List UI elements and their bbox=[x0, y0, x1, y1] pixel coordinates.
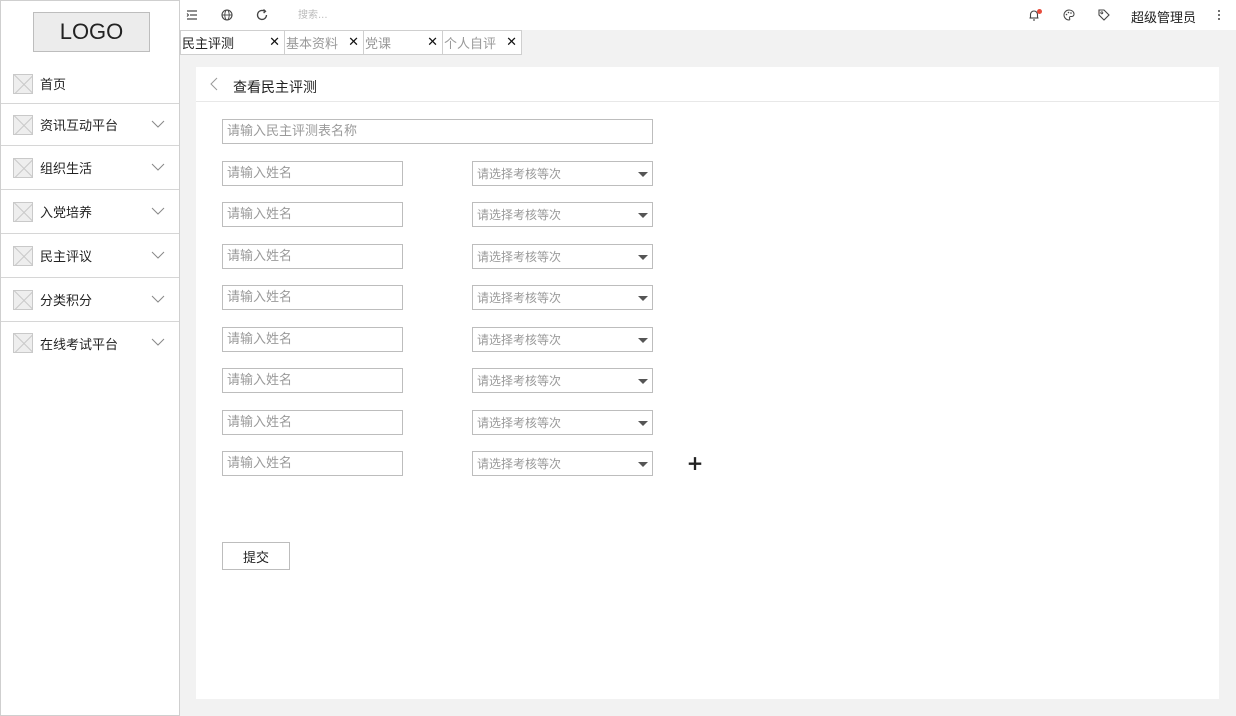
sidebar-item-label: 组织生活 bbox=[40, 162, 93, 177]
sidebar: LOGO 首页 资讯互动平台 组织生活 入党培养 民主评议 分类积分 在线考试平… bbox=[0, 0, 180, 716]
sidebar-item-news-platform[interactable]: 资讯互动平台 bbox=[1, 104, 179, 146]
evaluation-form-name-input[interactable] bbox=[222, 119, 653, 144]
member-name-input[interactable] bbox=[222, 327, 403, 352]
tab-bar: 民主评测 ✕ 基本资料 ✕ 党课 ✕ 个人自评 ✕ bbox=[180, 30, 522, 55]
grade-select-placeholder: 请选择考核等次 bbox=[477, 167, 562, 181]
caret-down-icon bbox=[638, 296, 648, 301]
image-placeholder-icon bbox=[13, 157, 33, 178]
caret-down-icon bbox=[638, 421, 648, 426]
tab-label: 民主评测 bbox=[182, 37, 235, 52]
logo-text: LOGO bbox=[59, 19, 124, 44]
member-name-input[interactable] bbox=[222, 202, 403, 227]
member-name-input[interactable] bbox=[222, 244, 403, 269]
member-name-input[interactable] bbox=[222, 368, 403, 393]
grade-select[interactable]: 请选择考核等次 bbox=[472, 410, 653, 435]
chevron-down-icon bbox=[151, 120, 165, 128]
close-icon[interactable]: ✕ bbox=[348, 35, 359, 50]
main-panel: 查看民主评测 请选择考核等次 请选择考核等次 请选择考核等次 请选择考核等次 请… bbox=[196, 67, 1219, 699]
grade-select[interactable]: 请选择考核等次 bbox=[472, 451, 653, 476]
caret-down-icon bbox=[638, 379, 648, 384]
user-name[interactable]: 超级管理员 bbox=[1131, 7, 1196, 26]
sidebar-item-online-exam[interactable]: 在线考试平台 bbox=[1, 322, 179, 364]
member-name-input[interactable] bbox=[222, 451, 403, 476]
grade-select-placeholder: 请选择考核等次 bbox=[477, 208, 562, 222]
sidebar-item-label: 入党培养 bbox=[40, 206, 93, 221]
sidebar-item-org-life[interactable]: 组织生活 bbox=[1, 146, 179, 190]
tab-self-evaluation[interactable]: 个人自评 ✕ bbox=[443, 30, 522, 55]
image-placeholder-icon bbox=[13, 201, 33, 222]
top-bar: 超级管理员 bbox=[180, 0, 1236, 30]
sidebar-item-label: 资讯互动平台 bbox=[40, 119, 119, 134]
grade-select-placeholder: 请选择考核等次 bbox=[477, 291, 562, 305]
sidebar-item-label: 分类积分 bbox=[40, 294, 93, 309]
image-placeholder-icon bbox=[13, 333, 33, 353]
tab-label: 党课 bbox=[365, 37, 392, 52]
sidebar-item-home[interactable]: 首页 bbox=[1, 64, 179, 104]
caret-down-icon bbox=[638, 172, 648, 177]
notification-badge bbox=[1037, 9, 1042, 14]
grade-select-placeholder: 请选择考核等次 bbox=[477, 250, 562, 264]
close-icon[interactable]: ✕ bbox=[506, 35, 517, 50]
grade-select[interactable]: 请选择考核等次 bbox=[472, 285, 653, 310]
grade-select[interactable]: 请选择考核等次 bbox=[472, 202, 653, 227]
member-name-input[interactable] bbox=[222, 161, 403, 186]
chevron-left-icon[interactable] bbox=[208, 76, 220, 92]
grade-select-placeholder: 请选择考核等次 bbox=[477, 416, 562, 430]
sidebar-item-label: 首页 bbox=[40, 78, 67, 93]
globe-icon[interactable] bbox=[220, 8, 234, 22]
sidebar-item-label: 在线考试平台 bbox=[40, 337, 119, 353]
tab-label: 个人自评 bbox=[444, 37, 497, 52]
member-name-input[interactable] bbox=[222, 285, 403, 310]
caret-down-icon bbox=[638, 213, 648, 218]
chevron-down-icon bbox=[151, 338, 165, 346]
close-icon[interactable]: ✕ bbox=[427, 35, 438, 50]
caret-down-icon bbox=[638, 462, 648, 467]
refresh-icon[interactable] bbox=[255, 8, 269, 22]
sidebar-item-party-training[interactable]: 入党培养 bbox=[1, 190, 179, 234]
menu-fold-icon[interactable] bbox=[185, 8, 199, 22]
member-name-input[interactable] bbox=[222, 410, 403, 435]
grade-select[interactable]: 请选择考核等次 bbox=[472, 368, 653, 393]
grade-select[interactable]: 请选择考核等次 bbox=[472, 161, 653, 186]
grade-select[interactable]: 请选择考核等次 bbox=[472, 327, 653, 352]
more-vertical-icon[interactable] bbox=[1212, 8, 1226, 22]
sidebar-item-label: 民主评议 bbox=[40, 250, 93, 265]
chevron-down-icon bbox=[151, 295, 165, 303]
tab-basic-info[interactable]: 基本资料 ✕ bbox=[285, 30, 364, 55]
palette-icon[interactable] bbox=[1062, 8, 1076, 22]
tab-democratic-evaluation[interactable]: 民主评测 ✕ bbox=[180, 30, 285, 55]
chevron-down-icon bbox=[151, 251, 165, 259]
image-placeholder-icon bbox=[13, 289, 33, 310]
panel-header: 查看民主评测 bbox=[196, 67, 1219, 102]
grade-select-placeholder: 请选择考核等次 bbox=[477, 374, 562, 388]
caret-down-icon bbox=[638, 255, 648, 260]
image-placeholder-icon bbox=[13, 245, 33, 266]
image-placeholder-icon bbox=[13, 114, 33, 135]
grade-select[interactable]: 请选择考核等次 bbox=[472, 244, 653, 269]
tag-icon[interactable] bbox=[1097, 8, 1111, 22]
chevron-down-icon bbox=[151, 163, 165, 171]
chevron-down-icon bbox=[151, 207, 165, 215]
sidebar-item-category-points[interactable]: 分类积分 bbox=[1, 278, 179, 322]
logo: LOGO bbox=[33, 12, 150, 52]
submit-button[interactable]: 提交 bbox=[222, 542, 290, 570]
caret-down-icon bbox=[638, 338, 648, 343]
grade-select-placeholder: 请选择考核等次 bbox=[477, 457, 562, 471]
tab-label: 基本资料 bbox=[286, 37, 339, 52]
image-placeholder-icon bbox=[13, 73, 33, 94]
grade-select-placeholder: 请选择考核等次 bbox=[477, 333, 562, 347]
page-title: 查看民主评测 bbox=[233, 80, 317, 96]
tab-party-class[interactable]: 党课 ✕ bbox=[364, 30, 443, 55]
close-icon[interactable]: ✕ bbox=[269, 35, 280, 50]
sidebar-item-democratic-review[interactable]: 民主评议 bbox=[1, 234, 179, 278]
search-input[interactable] bbox=[298, 7, 448, 23]
add-row-button[interactable]: + bbox=[686, 453, 704, 473]
